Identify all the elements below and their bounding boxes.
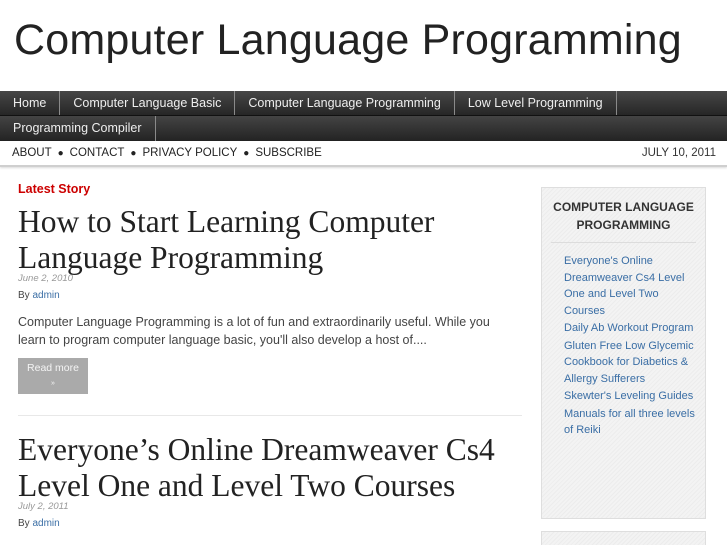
sidebar-widget: COMPUTER LANGUAGE PROGRAMMING Everyone's… [541,187,706,519]
post-excerpt: Computer Language Programming is a lot o… [18,315,490,347]
post-byline: By admin [18,518,522,529]
nav-item-low-level-programming[interactable]: Low Level Programming [455,91,617,115]
widget-title: COMPUTER LANGUAGE PROGRAMMING [551,188,696,243]
section-label: Latest Story [18,182,91,196]
post: Everyone’s Online Dreamweaver Cs4 Level … [18,432,522,529]
post-author-link[interactable]: admin [32,518,59,529]
main-nav: Home Computer Language Basic Computer La… [0,91,727,141]
post-byline: By admin [18,290,522,301]
byline-prefix: By [18,518,30,529]
main-content: Latest Story How to Start Learning Compu… [18,182,522,529]
widget-link[interactable]: Manuals for all three levels of Reiki [564,406,697,439]
read-more-label: Read more [27,362,79,374]
site-title[interactable]: Computer Language Programming [14,16,682,65]
bullet-separator-icon: ● [243,147,250,159]
secondary-nav: About ● Contact ● Privacy Policy ● Subsc… [0,141,727,167]
subnav-link-about[interactable]: About [12,147,52,159]
main-nav-row-2: Programming Compiler [0,116,727,141]
current-date: JULY 10, 2011 [641,147,716,159]
subnav-link-contact[interactable]: Contact [70,147,125,159]
secondary-nav-links: About ● Contact ● Privacy Policy ● Subsc… [12,147,322,159]
widget-link[interactable]: Everyone's Online Dreamweaver Cs4 Level … [564,253,697,319]
nav-item-computer-language-programming[interactable]: Computer Language Programming [235,91,455,115]
post-title[interactable]: Everyone’s Online Dreamweaver Cs4 Level … [18,432,522,504]
post-divider [18,415,522,416]
post: How to Start Learning Computer Language … [18,204,522,416]
main-nav-row-1: Home Computer Language Basic Computer La… [0,91,727,116]
post-author-link[interactable]: admin [32,290,59,301]
widget-link[interactable]: Skewter's Leveling Guides [564,388,697,405]
sidebar-widget-2 [541,531,706,545]
widget-link-list: Everyone's Online Dreamweaver Cs4 Level … [542,243,705,439]
double-chevron-right-icon: » [51,380,55,387]
nav-item-computer-language-basic[interactable]: Computer Language Basic [60,91,236,115]
post-title[interactable]: How to Start Learning Computer Language … [18,204,522,276]
nav-item-programming-compiler[interactable]: Programming Compiler [0,116,156,141]
widget-link[interactable]: Gluten Free Low Glycemic Cookbook for Di… [564,338,697,388]
byline-prefix: By [18,290,30,301]
read-more-button[interactable]: Read more » [18,358,88,394]
subnav-link-privacy-policy[interactable]: Privacy Policy [142,147,237,159]
bullet-separator-icon: ● [57,147,64,159]
bullet-separator-icon: ● [130,147,137,159]
nav-item-home[interactable]: Home [0,91,61,115]
widget-link[interactable]: Daily Ab Workout Program [564,320,697,337]
subnav-link-subscribe[interactable]: Subscribe [255,147,321,159]
